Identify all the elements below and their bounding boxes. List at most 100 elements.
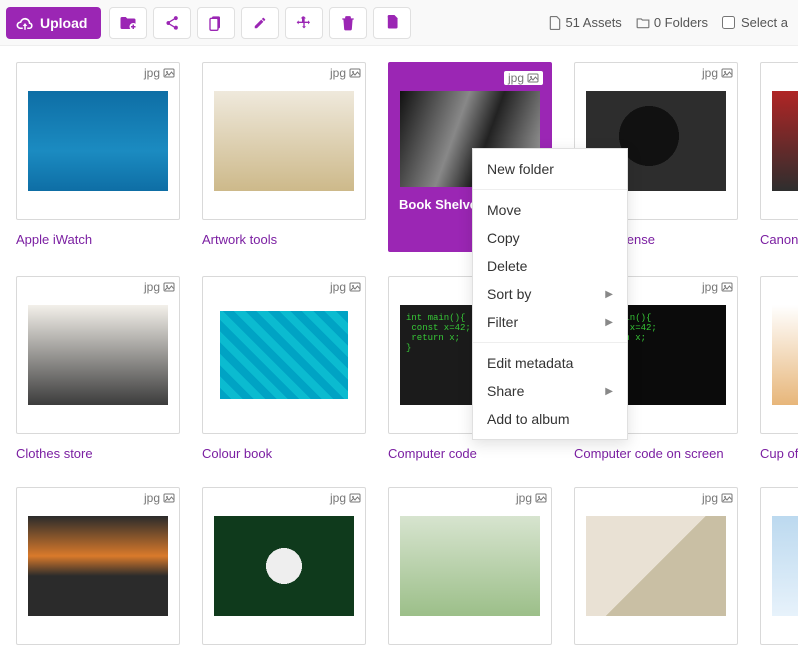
- menu-copy[interactable]: Copy: [473, 224, 627, 252]
- asset-thumbnail[interactable]: jpg: [16, 487, 180, 645]
- asset-caption: Colour book: [202, 446, 366, 463]
- asset-caption: Cup of t: [760, 446, 798, 463]
- image-icon: [527, 72, 539, 84]
- image-icon: [163, 281, 175, 293]
- image-icon: [721, 281, 733, 293]
- thumbnail-image: [586, 516, 726, 616]
- asset-caption: Clothes store: [16, 446, 180, 463]
- file-ext-chip: jpg: [144, 491, 175, 505]
- select-all[interactable]: Select a: [722, 15, 788, 30]
- image-icon: [163, 492, 175, 504]
- duplicate-button[interactable]: [373, 7, 411, 39]
- menu-new-folder[interactable]: New folder: [473, 155, 627, 183]
- file-icon: [549, 16, 561, 30]
- asset-thumbnail[interactable]: jpg: [760, 487, 798, 645]
- file-ext-chip: jpg: [330, 491, 361, 505]
- asset-card[interactable]: jpg Colour book: [202, 276, 366, 463]
- asset-thumbnail[interactable]: jpg: [16, 276, 180, 434]
- asset-caption: Artwork tools: [202, 232, 366, 249]
- thumbnail-image: [772, 91, 798, 191]
- upload-button[interactable]: Upload: [6, 7, 101, 39]
- thumbnail-image: [214, 516, 354, 616]
- asset-thumbnail[interactable]: jpg: [202, 276, 366, 434]
- asset-caption: Computer code: [388, 446, 552, 463]
- menu-add-to-album[interactable]: Add to album: [473, 405, 627, 433]
- asset-thumbnail[interactable]: jpg: [574, 487, 738, 645]
- file-ext-chip: jpg: [516, 491, 547, 505]
- folder-plus-icon: [119, 15, 137, 31]
- thumbnail-image: [772, 305, 798, 405]
- asset-thumbnail[interactable]: jpg: [16, 62, 180, 220]
- select-all-label: Select a: [741, 15, 788, 30]
- cloud-upload-icon: [16, 16, 34, 30]
- asset-thumbnail[interactable]: jpg: [202, 62, 366, 220]
- asset-caption: Computer code on screen: [574, 446, 738, 463]
- new-folder-button[interactable]: [109, 7, 147, 39]
- thumbnail-image: [28, 305, 168, 405]
- asset-card[interactable]: jpg: [202, 487, 366, 657]
- asset-card[interactable]: jpg Apple iWatch: [16, 62, 180, 252]
- move-icon: [296, 15, 312, 31]
- share-button[interactable]: [153, 7, 191, 39]
- image-icon: [163, 67, 175, 79]
- menu-filter[interactable]: Filter▶: [473, 308, 627, 336]
- menu-edit-metadata[interactable]: Edit metadata: [473, 349, 627, 377]
- menu-separator: [473, 342, 627, 343]
- asset-thumbnail[interactable]: jpg: [388, 487, 552, 645]
- delete-button[interactable]: [329, 7, 367, 39]
- chevron-right-icon: ▶: [605, 317, 613, 328]
- folder-count: 0 Folders: [636, 15, 708, 30]
- thumbnail-image: [772, 516, 798, 616]
- asset-card[interactable]: jpg Artwork tools: [202, 62, 366, 252]
- file-ext-chip: jpg: [702, 280, 733, 294]
- asset-card[interactable]: jpg Clothes store: [16, 276, 180, 463]
- asset-card[interactable]: jpg: [16, 487, 180, 657]
- image-icon: [349, 281, 361, 293]
- toolbar: Upload 51 Assets 0 Folders Select a: [0, 0, 798, 46]
- asset-card[interactable]: jpg Cup of t: [760, 276, 798, 463]
- copy-button[interactable]: [197, 7, 235, 39]
- thumbnail-image: [214, 91, 354, 191]
- asset-count-label: 51 Assets: [565, 15, 621, 30]
- file-ext-chip: jpg: [144, 280, 175, 294]
- image-icon: [349, 67, 361, 79]
- asset-thumbnail[interactable]: jpg: [760, 276, 798, 434]
- asset-card[interactable]: jpg: [388, 487, 552, 657]
- chevron-right-icon: ▶: [605, 386, 613, 397]
- edit-button[interactable]: [241, 7, 279, 39]
- asset-caption: Apple iWatch: [16, 232, 180, 249]
- menu-sort-by[interactable]: Sort by▶: [473, 280, 627, 308]
- select-all-checkbox[interactable]: [722, 16, 735, 29]
- file-ext-chip: jpg: [504, 71, 543, 85]
- asset-card[interactable]: jpg: [574, 487, 738, 657]
- status-group: 51 Assets 0 Folders Select a: [549, 15, 792, 30]
- menu-delete[interactable]: Delete: [473, 252, 627, 280]
- asset-grid: jpgApple iWatchjpgArtwork toolsjpgBook S…: [0, 46, 798, 657]
- asset-thumbnail[interactable]: jpg: [202, 487, 366, 645]
- folder-icon: [636, 17, 650, 29]
- file-ext-chip: jpg: [702, 66, 733, 80]
- menu-share[interactable]: Share▶: [473, 377, 627, 405]
- upload-label: Upload: [40, 15, 87, 31]
- thumbnail-image: [400, 516, 540, 616]
- menu-move[interactable]: Move: [473, 196, 627, 224]
- file-ext-chip: jpg: [702, 491, 733, 505]
- thumbnail-image: [28, 516, 168, 616]
- asset-thumbnail[interactable]: jpg: [760, 62, 798, 220]
- menu-separator: [473, 189, 627, 190]
- thumbnail-image: [214, 305, 354, 405]
- asset-caption: Canon c: [760, 232, 798, 249]
- context-menu: New folder Move Copy Delete Sort by▶ Fil…: [472, 148, 628, 440]
- image-icon: [349, 492, 361, 504]
- thumbnail-image: [28, 91, 168, 191]
- image-icon: [721, 492, 733, 504]
- image-icon: [721, 67, 733, 79]
- move-button[interactable]: [285, 7, 323, 39]
- copy-icon: [209, 15, 223, 31]
- file-ext-chip: jpg: [330, 280, 361, 294]
- asset-card[interactable]: jpg: [760, 487, 798, 657]
- file-ext-chip: jpg: [144, 66, 175, 80]
- folder-count-label: 0 Folders: [654, 15, 708, 30]
- asset-card[interactable]: jpg Canon c: [760, 62, 798, 252]
- trash-icon: [341, 15, 355, 31]
